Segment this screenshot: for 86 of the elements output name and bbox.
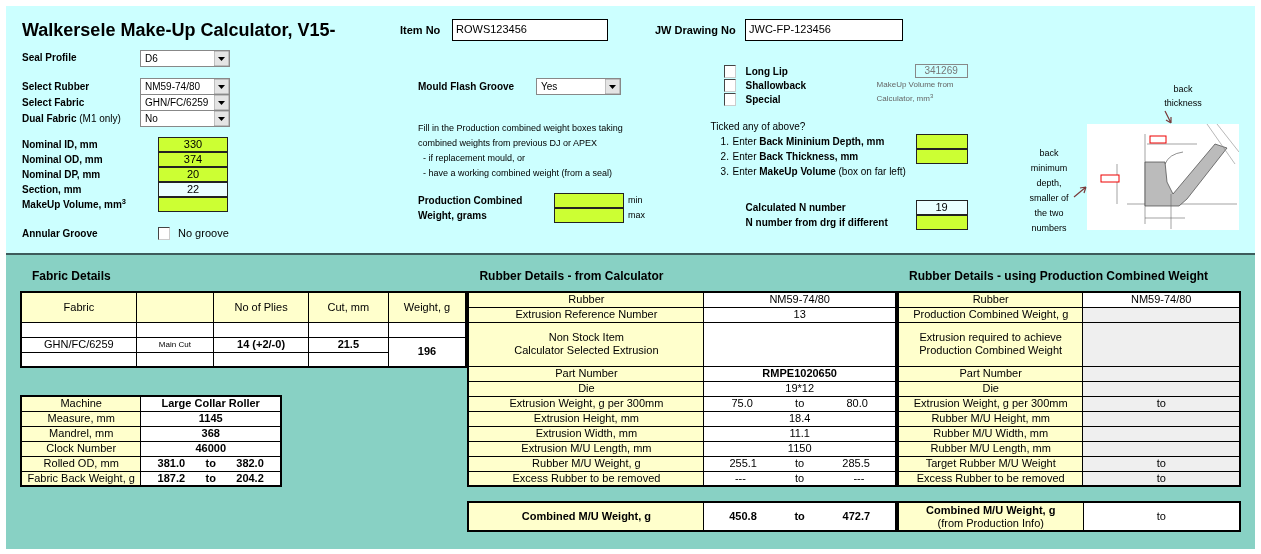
input-field[interactable]: ROWS123456 [452,19,608,41]
caret-icon[interactable] [214,94,229,110]
field-label: Nominal DP, mm [22,168,102,182]
value-field[interactable] [915,215,968,230]
drawing-note: back thickness [1163,83,1203,110]
value-field[interactable] [158,197,228,212]
checkbox[interactable] [723,92,736,106]
row-label: Rubber [468,292,704,307]
value-field[interactable] [915,149,968,164]
field-label: Weight, grams [418,209,488,223]
step-text: Enter MakeUp Volume (box on far left) [732,165,906,179]
value-field[interactable] [554,193,625,208]
caret-icon[interactable] [214,78,229,94]
field-label: N number from drg if different [744,216,889,230]
dropdown[interactable]: D6 [140,50,230,67]
field-label: Mould Flash Groove [418,80,516,94]
dropdown[interactable]: Yes [536,78,622,95]
field-label: Section, mm [22,183,83,197]
table-cell: 196 [388,337,467,367]
checkbox-label: Long Lip [745,64,788,79]
field-label: Nominal ID, mm [22,138,99,152]
checkbox[interactable] [158,226,170,240]
checkbox-label: Special [745,92,781,107]
arrow-icon [1163,110,1173,124]
table-cell: NM59-74/80 [703,292,896,307]
step-number: 2. [720,150,730,164]
field-label: Seal Profile [22,51,78,65]
section-title: Rubber Details - from Calculator [478,269,665,283]
field-label: Dual Fabric (M1 only) [22,111,122,126]
value-field[interactable]: 330 [158,137,228,152]
field-caption: MakeUp Volume from Calculator, mm$^{3}$ [876,79,955,105]
field-label: JW Drawing No [655,22,737,38]
row-label: Rubber [897,292,1083,307]
row-label: Non Stock Item Calculator Selected Extrusion [468,322,704,366]
column-header: Fabric [21,292,137,322]
arrow-icon [1073,184,1087,198]
field-label: Calculated N number [744,201,847,215]
field-label: Annular Groove [22,226,99,241]
checkbox-label: No groove [178,226,229,241]
row-label: Combined M/U Weight, g (from Production Info) [897,502,1084,531]
step-number: 1. [720,135,730,149]
dropdown[interactable]: NM59-74/80 [140,77,230,95]
checkbox[interactable] [723,78,736,92]
value-field: 19 [915,200,968,215]
section-title: Fabric Details [31,269,112,283]
table-cell: to [1083,502,1240,531]
checkbox-label: Shallowback [745,78,807,93]
step-text: Enter Back Thickness, mm [732,150,859,164]
value-field[interactable]: 374 [158,152,228,167]
value-field[interactable] [554,208,625,223]
instruction-text: combined weights from previous DJ or APEX [418,137,599,150]
column-header: Cut, mm [308,292,389,322]
value-field: 341269 [914,64,968,78]
step-text: Enter Back Mininium Depth, mm [732,135,885,149]
field-label: Nominal OD, mm [22,153,104,167]
row-label: Extrusion required to achieve Production Combined Weight [897,322,1083,366]
table-cell: NM59-74/80 [1082,292,1240,307]
instruction-text: - if replacement mould, or [422,152,527,165]
drawing-note: back minimum depth, smaller of the two numbers [1028,147,1070,235]
app-title: Walkersele Make-Up Calculator, V15- [22,18,337,42]
value-field[interactable] [915,134,968,149]
unit-label: min [628,193,643,207]
table-cell: Large Collar Roller [140,396,281,411]
input-field[interactable]: JWC-FP-123456 [745,19,903,41]
column-header: No of Plies [213,292,309,322]
section-title: Rubber Details - using Production Combined Weight [907,269,1210,283]
table-cell: 450.8 to 472.7 [703,502,896,531]
column-header: Weight, g [388,292,467,322]
unit-label: max [628,208,646,222]
step-number: 3. [720,165,730,179]
field-label: Production Combined [418,194,524,208]
instruction-text: - have a working combined weight (from a seal) [422,167,614,180]
row-label: Combined M/U Weight, g [468,502,704,531]
checkbox[interactable] [723,64,736,78]
caret-icon[interactable] [605,79,621,94]
field-label: Select Fabric [22,95,86,110]
instruction-text: Fill in the Production combined weight boxes taking [418,122,624,135]
field-label: Item No [400,22,442,38]
field-label: Select Rubber [22,79,91,94]
field-label: MakeUp Volume, mm$^{3}$ [22,197,127,212]
value-field: 22 [158,182,228,197]
caret-icon[interactable] [214,51,229,66]
caret-icon[interactable] [214,110,229,126]
value-field[interactable]: 20 [158,167,228,182]
question-text: Ticked any of above? [710,120,807,134]
row-label: Machine [21,396,141,411]
